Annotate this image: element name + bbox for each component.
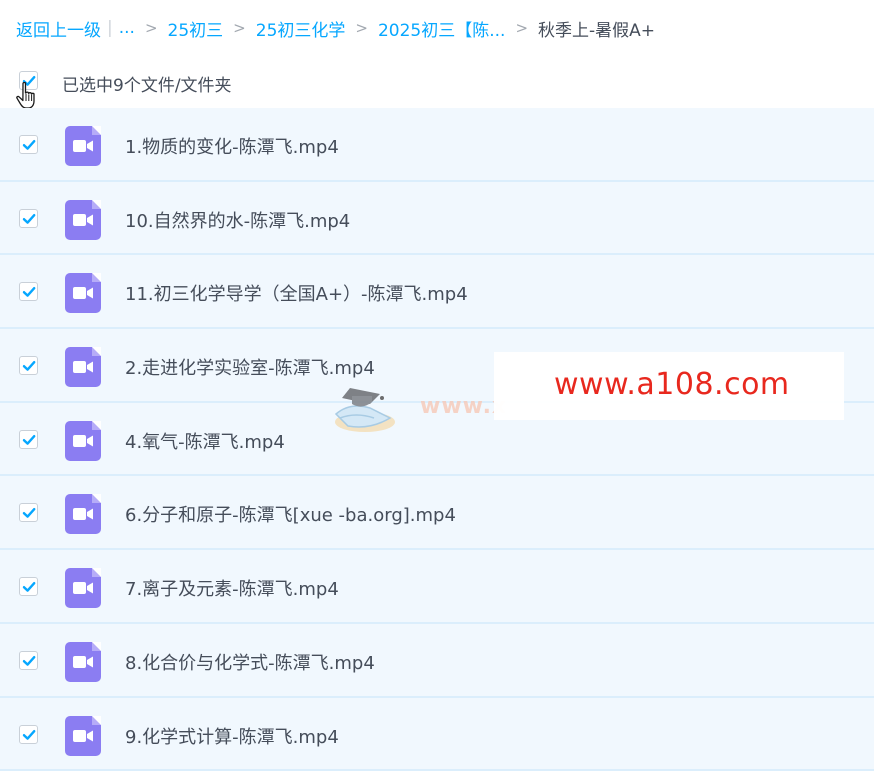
file-row[interactable]: 7.离子及元素-陈潭飞.mp4	[0, 550, 874, 624]
chevron-right-icon: >	[144, 19, 158, 37]
video-file-icon	[65, 347, 101, 388]
breadcrumb-ellipsis[interactable]: ...	[119, 18, 135, 38]
hand-cursor-icon	[16, 81, 35, 109]
file-checkbox[interactable]	[19, 135, 38, 154]
file-name[interactable]: 4.氧气-陈潭飞.mp4	[125, 428, 285, 454]
graduation-cap-logo-icon	[334, 388, 395, 432]
video-camera-icon	[73, 287, 93, 300]
chevron-right-icon: >	[515, 19, 529, 37]
checkmark-icon	[22, 582, 36, 592]
file-checkbox[interactable]	[19, 429, 38, 449]
checkmark-icon	[22, 287, 36, 298]
video-file-icon	[65, 273, 101, 314]
file-checkbox[interactable]	[19, 208, 38, 228]
file-name[interactable]: 7.离子及元素-陈潭飞.mp4	[125, 575, 339, 601]
file-row[interactable]: 1.物质的变化-陈潭飞.mp4	[0, 108, 874, 182]
video-file-icon	[65, 420, 101, 461]
video-file-icon	[65, 641, 101, 682]
video-file-icon	[65, 715, 101, 756]
file-name[interactable]: 9.化学式计算-陈潭飞.mp4	[125, 723, 339, 749]
checkmark-icon	[22, 361, 36, 371]
video-camera-icon	[73, 434, 93, 447]
file-checkbox[interactable]	[19, 356, 38, 376]
file-row[interactable]: 11.初三化学导学（全国A+）-陈潭飞.mp4	[0, 255, 874, 330]
file-name[interactable]: 2.走进化学实验室-陈潭飞.mp4	[125, 354, 375, 380]
video-camera-icon	[73, 729, 93, 742]
file-name[interactable]: 11.初三化学导学（全国A+）-陈潭飞.mp4	[125, 280, 468, 306]
video-file-icon	[65, 568, 101, 609]
checkmark-icon	[22, 729, 36, 740]
video-camera-icon	[73, 582, 93, 595]
selection-summary: 已选中9个文件/文件夹	[62, 76, 232, 96]
file-name[interactable]: 10.自然界的水-陈潭飞.mp4	[125, 207, 350, 233]
breadcrumb-item[interactable]: 2025初三【陈...	[378, 16, 505, 41]
file-row[interactable]: 9.化学式计算-陈潭飞.mp4	[0, 697, 874, 772]
checkmark-icon	[22, 213, 36, 224]
file-checkbox[interactable]	[19, 650, 38, 670]
file-checkbox[interactable]	[19, 577, 38, 597]
breadcrumb-item[interactable]: 25初三化学	[256, 16, 346, 41]
breadcrumb: 返回上一级 | ... > 25初三 > 25初三化学 > 2025初三【陈..…	[16, 15, 655, 41]
file-checkbox[interactable]	[19, 503, 38, 523]
checkmark-icon	[22, 508, 36, 519]
checkmark-icon	[22, 434, 36, 445]
file-row[interactable]: 8.化合价与化学式-陈潭飞.mp4	[0, 623, 874, 698]
video-file-icon	[65, 494, 101, 535]
breadcrumb-current: 秋季上-暑假A+	[538, 20, 656, 41]
video-camera-icon	[73, 508, 93, 521]
file-checkbox[interactable]	[19, 282, 38, 302]
file-list: 1.物质的变化-陈潭飞.mp4 10.自然界的水-陈潭飞.mp4 11.初三化学导学…	[0, 108, 874, 772]
watermark-text: www.a108.com	[554, 367, 790, 402]
file-row[interactable]: 6.分子和原子-陈潭飞[xue -ba.org].mp4	[0, 476, 874, 551]
file-name[interactable]: 1.物质的变化-陈潭飞.mp4	[125, 133, 339, 159]
checkmark-icon	[22, 140, 36, 150]
checkmark-icon	[22, 655, 36, 666]
back-link[interactable]: 返回上一级	[16, 16, 101, 41]
breadcrumb-divider: |	[107, 18, 113, 38]
video-camera-icon	[73, 361, 93, 374]
chevron-right-icon: >	[233, 19, 246, 37]
chevron-right-icon: >	[355, 19, 368, 37]
video-camera-icon	[73, 655, 93, 668]
video-file-icon	[65, 126, 101, 166]
breadcrumb-item[interactable]: 25初三	[168, 16, 224, 41]
file-name[interactable]: 6.分子和原子-陈潭飞[xue -ba.org].mp4	[125, 501, 456, 527]
file-name[interactable]: 8.化合价与化学式-陈潭飞.mp4	[125, 649, 375, 675]
file-row[interactable]: 10.自然界的水-陈潭飞.mp4	[0, 181, 874, 256]
video-camera-icon	[73, 213, 93, 226]
selection-bar: 已选中9个文件/文件夹	[0, 60, 874, 109]
video-file-icon	[65, 199, 101, 240]
file-checkbox[interactable]	[19, 724, 38, 744]
video-camera-icon	[73, 140, 93, 152]
